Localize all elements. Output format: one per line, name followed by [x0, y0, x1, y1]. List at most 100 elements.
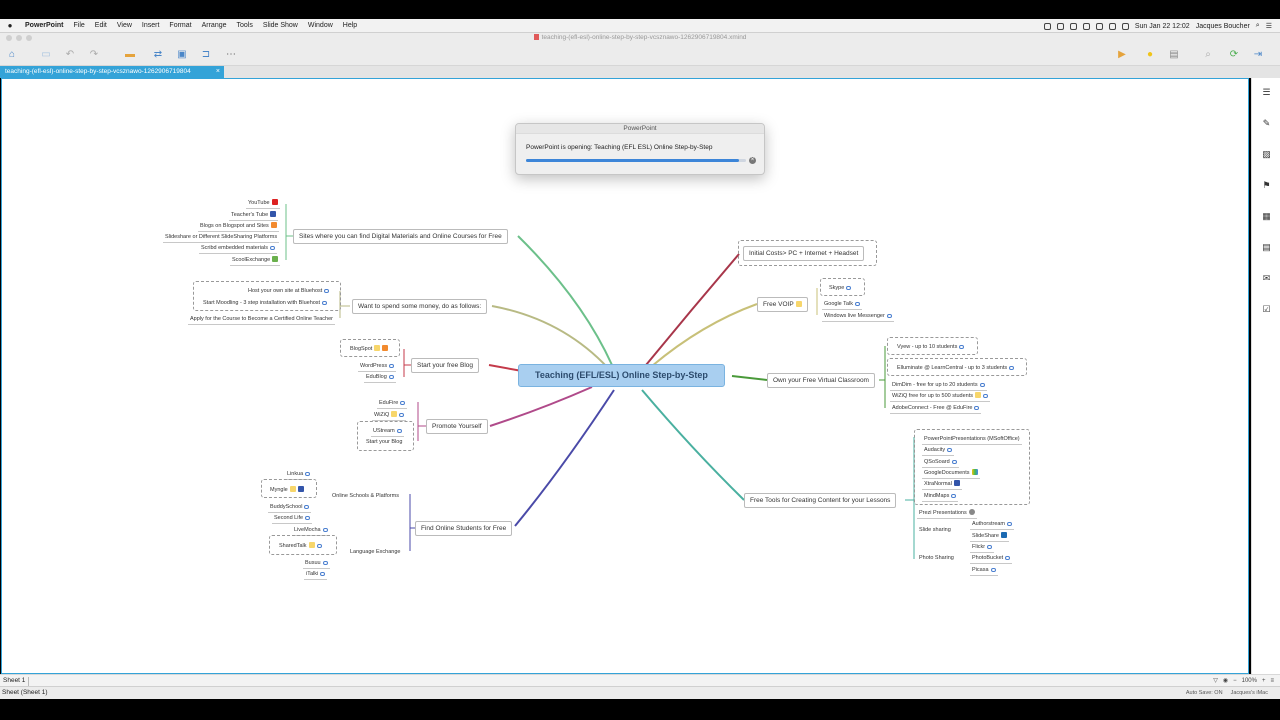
comments-icon[interactable]: ✉	[1261, 273, 1272, 283]
wifi-icon[interactable]	[1108, 22, 1116, 30]
save-icon[interactable]: ▭	[40, 49, 52, 61]
leaf-start-moodling[interactable]: Start Moodling - 3 step installation wit…	[201, 298, 329, 308]
leaf-authorstream[interactable]: Authorstream	[970, 519, 1015, 530]
leaf-blogs[interactable]: Blogs on Blogspot and Sites	[198, 221, 279, 232]
leaf-sharedtalk[interactable]: SharedTalk	[277, 541, 324, 551]
topic-voip[interactable]: Free VOIP	[757, 297, 808, 312]
task-icon[interactable]: ☑	[1261, 304, 1272, 314]
leaf-edublog[interactable]: EduBlog	[364, 372, 396, 383]
group-slide-sharing[interactable]: Slide sharing	[917, 525, 953, 535]
topic-spend[interactable]: Want to spend some money, do as follows:	[352, 299, 488, 314]
volume-icon[interactable]	[1121, 22, 1129, 30]
presentation-icon[interactable]: ▶	[1116, 49, 1128, 61]
home-icon[interactable]: ⌂	[6, 49, 18, 61]
zoom-out-button[interactable]: −	[1233, 676, 1237, 686]
image-panel-icon[interactable]: ▨	[1261, 149, 1272, 159]
leaf-start-blog[interactable]: Start your Blog	[364, 437, 404, 447]
leaf-adobeconnect[interactable]: AdobeConnect - Free @ EduFire	[890, 403, 982, 414]
undo-icon[interactable]: ↶	[64, 49, 76, 61]
menu-user[interactable]: Jacques Boucher	[1196, 23, 1250, 30]
leaf-google-talk[interactable]: Google Talk	[822, 299, 862, 310]
menu-file[interactable]: File	[69, 22, 90, 29]
status-icon-1[interactable]	[1043, 22, 1051, 30]
status-icon-2[interactable]	[1056, 22, 1064, 30]
topic-sites[interactable]: Sites where you can find Digital Materia…	[293, 229, 508, 244]
eye-icon[interactable]: ◉	[1223, 676, 1228, 686]
marker-flag-icon[interactable]: ⚑	[1261, 180, 1272, 190]
menu-tools[interactable]: Tools	[232, 22, 258, 29]
zoom-in-button[interactable]: +	[1262, 676, 1266, 686]
leaf-slideshare[interactable]: Slideshare or Different SlideSharing Pla…	[163, 232, 280, 243]
leaf-mindmaps[interactable]: MindMaps	[922, 491, 959, 502]
leaf-youtube[interactable]: YouTube	[246, 198, 280, 209]
export-icon[interactable]: ⇥	[1252, 49, 1264, 61]
leaf-blogspot[interactable]: BlogSpot	[348, 344, 390, 354]
lightbulb-icon[interactable]: ●	[1144, 49, 1156, 61]
leaf-vyew[interactable]: Vyew - up to 10 students	[895, 342, 966, 352]
leaf-wordpress[interactable]: WordPress	[358, 361, 397, 372]
status-icon-3[interactable]	[1069, 22, 1077, 30]
tab-document[interactable]: teaching-(efl-esl)-online-step-by-step-v…	[0, 66, 224, 78]
search-icon[interactable]: ⌕	[1202, 49, 1214, 61]
group-schools[interactable]: Online Schools & Platforms	[330, 491, 401, 501]
menu-slide-show[interactable]: Slide Show	[258, 22, 303, 29]
time-machine-icon[interactable]	[1082, 22, 1090, 30]
filter-icon[interactable]: ▽	[1213, 676, 1218, 686]
fit-icon[interactable]: ≡	[1270, 676, 1274, 686]
leaf-powerpoint[interactable]: PowerPointPresentations (MSoftOffice)	[922, 434, 1022, 445]
leaf-slideshare-tool[interactable]: SlideShare	[970, 531, 1009, 542]
spotlight-icon[interactable]: ⌕	[1256, 22, 1260, 30]
icon-panel-icon[interactable]: ▦	[1261, 211, 1272, 221]
leaf-buddyschool[interactable]: BuddySchool	[268, 502, 312, 513]
cancel-icon[interactable]: ×	[749, 157, 756, 164]
menu-clock[interactable]: Sun Jan 22 12:02	[1135, 23, 1190, 30]
menu-app-name[interactable]: PowerPoint	[20, 22, 69, 29]
notification-center-icon[interactable]: ☰	[1266, 22, 1272, 30]
leaf-photobucket[interactable]: PhotoBucket	[970, 553, 1013, 564]
topic-promote[interactable]: Promote Yourself	[426, 419, 488, 434]
leaf-myngle[interactable]: Myngle	[268, 485, 306, 495]
outline-panel-icon[interactable]: ☰	[1261, 87, 1272, 97]
central-topic[interactable]: Teaching (EFL/ESL) Online Step-by-Step	[518, 364, 725, 387]
leaf-ustream[interactable]: UStream	[371, 426, 404, 437]
zoom-level[interactable]: 100%	[1242, 676, 1257, 686]
leaf-busuu[interactable]: Busuu	[303, 558, 330, 569]
menu-help[interactable]: Help	[338, 22, 362, 29]
leaf-second-life[interactable]: Second Life	[272, 513, 313, 524]
leaf-wiziq[interactable]: WiZiQ	[372, 410, 407, 421]
leaf-apply-course[interactable]: Apply for the Course to Become a Certifi…	[188, 314, 335, 325]
leaf-flickr[interactable]: Flickr	[970, 542, 995, 553]
group-exchange[interactable]: Language Exchange	[348, 547, 402, 557]
menu-window[interactable]: Window	[303, 22, 338, 29]
menu-format[interactable]: Format	[164, 22, 196, 29]
menu-view[interactable]: View	[112, 22, 137, 29]
leaf-teachers-tube[interactable]: Teacher's Tube	[229, 210, 279, 221]
menu-edit[interactable]: Edit	[90, 22, 112, 29]
leaf-prezi[interactable]: Prezi Presentations	[917, 508, 977, 519]
topic-icon[interactable]: ▬	[124, 49, 136, 61]
relationship-icon[interactable]: ⇄	[152, 49, 164, 61]
leaf-scribd[interactable]: Scribd embedded materials	[199, 243, 277, 254]
leaf-italki[interactable]: iTalki	[304, 569, 328, 580]
outline-icon[interactable]: ▤	[1168, 49, 1180, 61]
leaf-googledocs[interactable]: GoogleDocuments	[922, 468, 980, 479]
tab-close-icon[interactable]: ×	[216, 66, 220, 78]
bluetooth-icon[interactable]	[1095, 22, 1103, 30]
leaf-windows-live[interactable]: Windows live Messenger	[822, 311, 894, 322]
summary-icon[interactable]: ⊐	[200, 49, 212, 61]
menu-insert[interactable]: Insert	[137, 22, 165, 29]
leaf-edufire[interactable]: EduFire	[377, 398, 408, 409]
boundary-icon[interactable]: ▣	[176, 49, 188, 61]
leaf-skype[interactable]: Skype	[827, 283, 853, 293]
leaf-wiziq-500[interactable]: WiZiQ free for up to 500 students	[890, 391, 991, 402]
leaf-picasa[interactable]: Picasa	[970, 565, 998, 576]
autosave-status[interactable]: Auto Save: ON	[1186, 690, 1223, 696]
topic-tools[interactable]: Free Tools for Creating Content for your…	[744, 493, 897, 508]
sheet-tab[interactable]: Sheet 1	[3, 676, 30, 686]
leaf-elluminate[interactable]: Elluminate @ LearnCentral - up to 3 stud…	[895, 363, 1016, 373]
apple-menu-icon[interactable]: ●	[0, 21, 20, 30]
leaf-qsosoard[interactable]: QSoSoard	[922, 457, 959, 468]
leaf-dimdim[interactable]: DimDim - free for up to 20 students	[890, 380, 987, 391]
redo-icon[interactable]: ↷	[88, 49, 100, 61]
topic-costs[interactable]: Initial Costs> PC + Internet + Headset	[743, 246, 865, 261]
